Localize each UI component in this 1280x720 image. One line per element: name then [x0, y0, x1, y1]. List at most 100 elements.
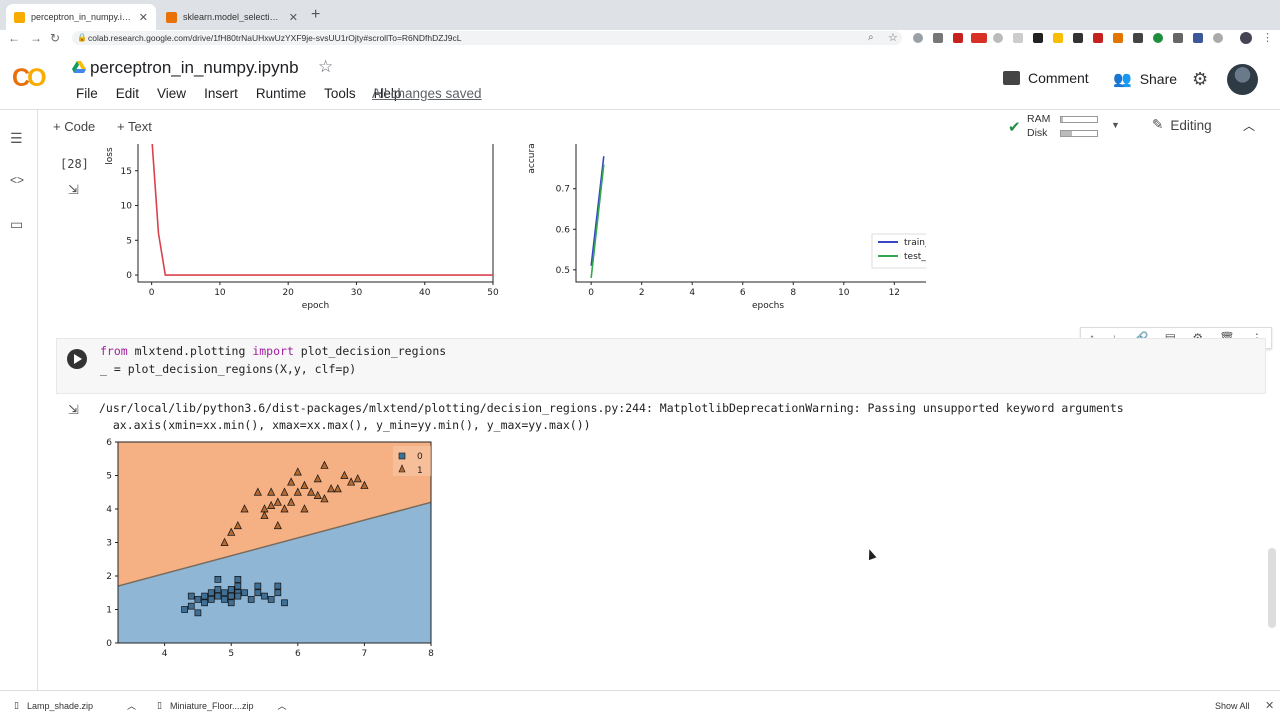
class-0-point: [214, 576, 222, 583]
x-tick-label: 7: [362, 649, 368, 659]
class-0-point: [234, 592, 242, 600]
resources-dropdown-icon[interactable]: ▼: [1111, 120, 1120, 130]
legend-label: train_acc: [904, 238, 926, 248]
x-tick-label: 0: [149, 288, 155, 298]
notebook-title[interactable]: perceptron_in_numpy.ipynb: [90, 58, 299, 78]
menu-tools[interactable]: Tools: [315, 86, 365, 101]
class-0-point: [227, 599, 235, 607]
extension-icon[interactable]: [1033, 33, 1043, 43]
chrome-menu-icon[interactable]: ⋮: [1262, 30, 1273, 46]
editing-mode-button[interactable]: ✎ Editing: [1152, 117, 1212, 133]
file-icon: ▯: [157, 700, 162, 710]
badge-extension-icon[interactable]: [971, 33, 987, 43]
menu-edit[interactable]: Edit: [107, 86, 148, 101]
comment-button[interactable]: Comment: [1003, 70, 1089, 86]
tab-title: sklearn.model_selection.train_t: [183, 12, 283, 22]
tab-perceptron[interactable]: perceptron_in_numpy.ipynb - C ✕: [6, 4, 156, 30]
y-tick-label: 5: [106, 472, 112, 482]
run-cell-button[interactable]: [67, 349, 87, 369]
output-icon[interactable]: ⇲: [68, 402, 79, 418]
new-tab-button[interactable]: +: [311, 6, 320, 24]
y-tick-label: 2: [106, 572, 112, 582]
menu-file[interactable]: File: [67, 86, 107, 101]
extension-icon[interactable]: [1213, 33, 1223, 43]
extension-icon[interactable]: [913, 33, 923, 43]
back-arrow-icon[interactable]: ←: [8, 30, 20, 46]
extension-icon[interactable]: [1013, 33, 1023, 43]
chevron-up-icon[interactable]: ︿: [278, 699, 287, 712]
code-line-1[interactable]: from mlxtend.plotting import plot_decisi…: [100, 344, 446, 358]
extension-icon[interactable]: [1173, 33, 1183, 43]
avatar[interactable]: [1227, 64, 1258, 95]
x-tick-label: 4: [689, 288, 695, 298]
extension-icon[interactable]: [1073, 33, 1083, 43]
collapse-header-icon[interactable]: ︿: [1243, 117, 1255, 134]
share-button[interactable]: 👥 Share: [1113, 70, 1177, 88]
x-axis-label: epochs: [752, 301, 784, 311]
add-text-button[interactable]: + Text: [117, 119, 152, 134]
bookmark-star-icon[interactable]: ☆: [888, 30, 898, 46]
chevron-up-icon[interactable]: ︿: [127, 699, 136, 712]
y-tick-label: 0.7: [556, 185, 570, 195]
class-0-point: [201, 599, 208, 607]
gmail-extension-icon[interactable]: [953, 33, 963, 43]
close-tab-icon[interactable]: ✕: [139, 11, 148, 24]
url-text: colab.research.google.com/drive/1fH80trN…: [88, 33, 462, 43]
ram-bar-fill: [1061, 117, 1063, 122]
download-item[interactable]: ▯ Miniature_Floor....zip ︿: [157, 699, 287, 712]
download-item[interactable]: ▯ Lamp_shade.zip ︿: [14, 699, 136, 712]
table-of-contents-icon[interactable]: ☰: [10, 130, 23, 147]
file-icon: ▯: [14, 700, 19, 710]
people-icon: 👥: [1113, 71, 1132, 88]
legend-box: [393, 446, 431, 476]
class-0-point: [194, 609, 202, 617]
settings-gear-icon[interactable]: ⚙: [1192, 69, 1208, 90]
menu-runtime[interactable]: Runtime: [247, 86, 315, 101]
star-icon[interactable]: ☆: [318, 57, 333, 77]
tab-sklearn[interactable]: sklearn.model_selection.train_t ✕: [158, 4, 306, 30]
runtime-resources-widget[interactable]: ✔ RAM Disk ▼: [1008, 113, 1128, 141]
profile-avatar-icon[interactable]: [1240, 32, 1252, 44]
output-icon[interactable]: ⇲: [68, 182, 79, 198]
files-folder-icon[interactable]: ▭: [10, 216, 23, 233]
menu-insert[interactable]: Insert: [195, 86, 247, 101]
download-name: Miniature_Floor....zip: [169, 700, 254, 711]
google-drive-icon[interactable]: [72, 61, 86, 74]
colab-logo[interactable]: CO: [12, 64, 47, 93]
show-all-downloads-link[interactable]: Show All: [1215, 701, 1250, 711]
grammarly-icon[interactable]: [1153, 33, 1163, 43]
y-tick-label: 0: [126, 271, 132, 281]
class-0-point: [227, 586, 235, 593]
extension-icon[interactable]: [933, 33, 943, 43]
menu-view[interactable]: View: [148, 86, 195, 101]
disk-bar: [1060, 130, 1098, 137]
class-0-point: [207, 596, 215, 603]
extension-icon[interactable]: [1193, 33, 1203, 43]
zoom-icon[interactable]: ⌕: [868, 30, 874, 46]
code-cell[interactable]: from mlxtend.plotting import plot_decisi…: [56, 338, 1266, 394]
url-input[interactable]: 🔒 colab.research.google.com/drive/1fH80t…: [72, 31, 902, 45]
close-tab-icon[interactable]: ✕: [289, 11, 298, 24]
class-0-point: [194, 596, 202, 603]
code-snippets-icon[interactable]: <>: [10, 173, 24, 187]
comment-icon: [1003, 71, 1020, 85]
extension-icon[interactable]: [1053, 33, 1063, 43]
extension-icon[interactable]: [993, 33, 1003, 43]
class-0-point: [221, 596, 228, 603]
reload-icon[interactable]: ↻: [50, 30, 60, 46]
extension-icon[interactable]: [1093, 33, 1103, 43]
y-tick-label: 10: [121, 202, 133, 212]
forward-arrow-icon[interactable]: →: [30, 30, 42, 46]
code-line-2[interactable]: _ = plot_decision_regions(X,y, clf=p): [100, 362, 356, 376]
save-status-link[interactable]: All changes saved: [372, 86, 482, 101]
class-0-point: [254, 582, 262, 590]
add-code-button[interactable]: + Code: [53, 119, 95, 134]
extension-icon[interactable]: [1133, 33, 1143, 43]
rss-icon[interactable]: [1113, 33, 1123, 43]
legend-label: 1: [417, 466, 423, 476]
class-0-point: [247, 596, 255, 603]
close-downloads-icon[interactable]: ✕: [1265, 699, 1274, 712]
share-label: Share: [1139, 71, 1178, 87]
left-sidebar: ☰ <> ▭: [0, 110, 38, 690]
scrollbar[interactable]: [1268, 548, 1276, 628]
